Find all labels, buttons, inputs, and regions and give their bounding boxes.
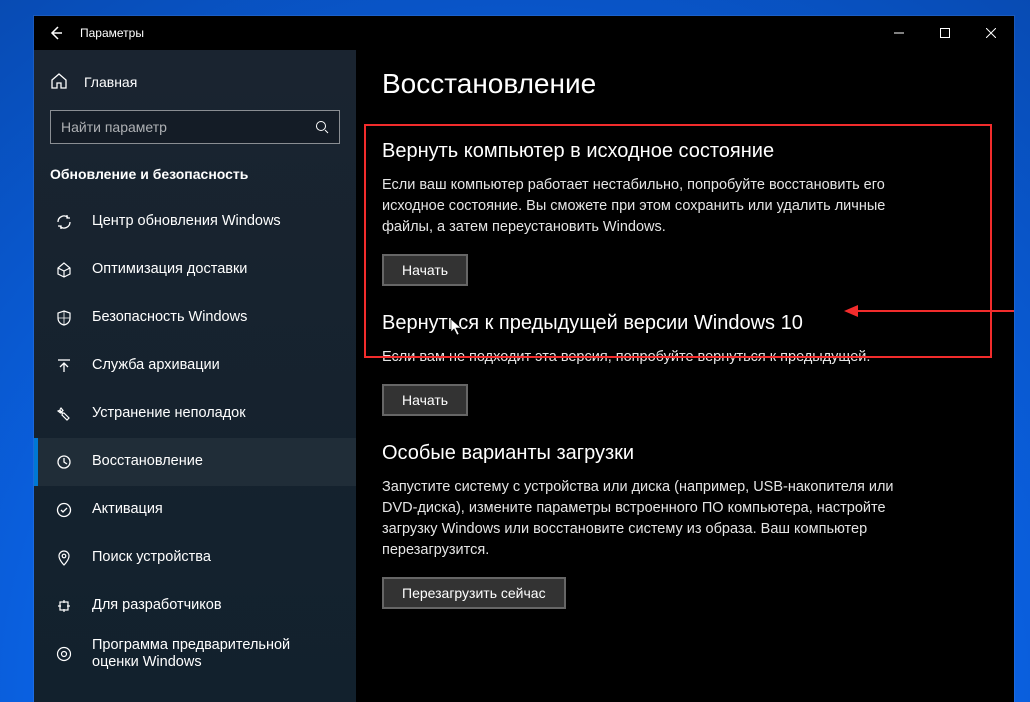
content-section: Особые варианты загрузки Запустите систем… bbox=[356, 434, 956, 627]
home-icon bbox=[50, 72, 68, 93]
content-section: Вернуться к предыдущей версии Windows 10… bbox=[356, 304, 956, 434]
maximize-icon bbox=[940, 28, 950, 38]
search-icon bbox=[305, 120, 339, 134]
settings-window: Параметры Главная Об bbox=[34, 16, 1014, 702]
sidebar-item-label: Поиск устройства bbox=[92, 549, 340, 566]
sidebar-item-label: Служба архивации bbox=[92, 357, 340, 374]
delivery-icon bbox=[54, 260, 74, 280]
section-body: Если ваш компьютер работает нестабильно,… bbox=[382, 175, 930, 238]
shield-icon bbox=[54, 308, 74, 328]
sidebar-item-backup[interactable]: Служба архивации bbox=[34, 342, 356, 390]
sidebar-item-label: Восстановление bbox=[92, 453, 340, 470]
sidebar-section-title: Обновление и безопасность bbox=[34, 162, 356, 198]
developer-icon bbox=[54, 596, 74, 616]
sidebar-item-shield[interactable]: Безопасность Windows bbox=[34, 294, 356, 342]
sidebar: Главная Обновление и безопасность Центр … bbox=[34, 50, 356, 702]
sidebar-item-label: Устранение неполадок bbox=[92, 405, 340, 422]
back-arrow-icon bbox=[48, 25, 64, 41]
sidebar-item-find-device[interactable]: Поиск устройства bbox=[34, 534, 356, 582]
section-button[interactable]: Начать bbox=[382, 254, 468, 286]
home-label: Главная bbox=[84, 74, 137, 90]
recovery-icon bbox=[54, 452, 74, 472]
sidebar-item-troubleshoot[interactable]: Устранение неполадок bbox=[34, 390, 356, 438]
window-title: Параметры bbox=[78, 26, 144, 40]
find-device-icon bbox=[54, 548, 74, 568]
search-box[interactable] bbox=[50, 110, 340, 144]
troubleshoot-icon bbox=[54, 404, 74, 424]
sidebar-item-label: Активация bbox=[92, 501, 340, 518]
nav-list: Центр обновления Windows Оптимизация дост… bbox=[34, 198, 356, 678]
activation-icon bbox=[54, 500, 74, 520]
section-heading: Особые варианты загрузки bbox=[382, 442, 930, 465]
section-heading: Вернуться к предыдущей версии Windows 10 bbox=[382, 312, 930, 335]
close-button[interactable] bbox=[968, 16, 1014, 50]
sidebar-item-delivery[interactable]: Оптимизация доставки bbox=[34, 246, 356, 294]
sidebar-item-label: Центр обновления Windows bbox=[92, 213, 340, 230]
sidebar-item-label: Для разработчиков bbox=[92, 597, 340, 614]
page-title: Восстановление bbox=[356, 68, 1014, 118]
sidebar-item-label: Безопасность Windows bbox=[92, 309, 340, 326]
section-body: Если вам не подходит эта версия, попробу… bbox=[382, 347, 930, 368]
sidebar-item-insider[interactable]: Программа предварительной оценки Windows bbox=[34, 630, 356, 678]
sidebar-item-label: Программа предварительной оценки Windows bbox=[92, 637, 340, 672]
sidebar-item-recovery[interactable]: Восстановление bbox=[34, 438, 356, 486]
search-input[interactable] bbox=[51, 119, 305, 135]
insider-icon bbox=[54, 644, 74, 664]
titlebar: Параметры bbox=[34, 16, 1014, 50]
back-button[interactable] bbox=[34, 16, 78, 50]
maximize-button[interactable] bbox=[922, 16, 968, 50]
sync-icon bbox=[54, 212, 74, 232]
minimize-icon bbox=[894, 28, 904, 38]
sidebar-item-sync[interactable]: Центр обновления Windows bbox=[34, 198, 356, 246]
sidebar-item-developer[interactable]: Для разработчиков bbox=[34, 582, 356, 630]
content-section: Вернуть компьютер в исходное состояние Ес… bbox=[356, 118, 956, 304]
minimize-button[interactable] bbox=[876, 16, 922, 50]
section-heading: Вернуть компьютер в исходное состояние bbox=[382, 140, 930, 163]
content-area: Восстановление Вернуть компьютер в исход… bbox=[356, 50, 1014, 702]
section-button[interactable]: Перезагрузить сейчас bbox=[382, 577, 566, 609]
close-icon bbox=[986, 28, 996, 38]
home-link[interactable]: Главная bbox=[34, 64, 356, 100]
section-button[interactable]: Начать bbox=[382, 384, 468, 416]
backup-icon bbox=[54, 356, 74, 376]
sidebar-item-label: Оптимизация доставки bbox=[92, 261, 340, 278]
section-body: Запустите систему с устройства или диска… bbox=[382, 477, 930, 561]
sidebar-item-activation[interactable]: Активация bbox=[34, 486, 356, 534]
